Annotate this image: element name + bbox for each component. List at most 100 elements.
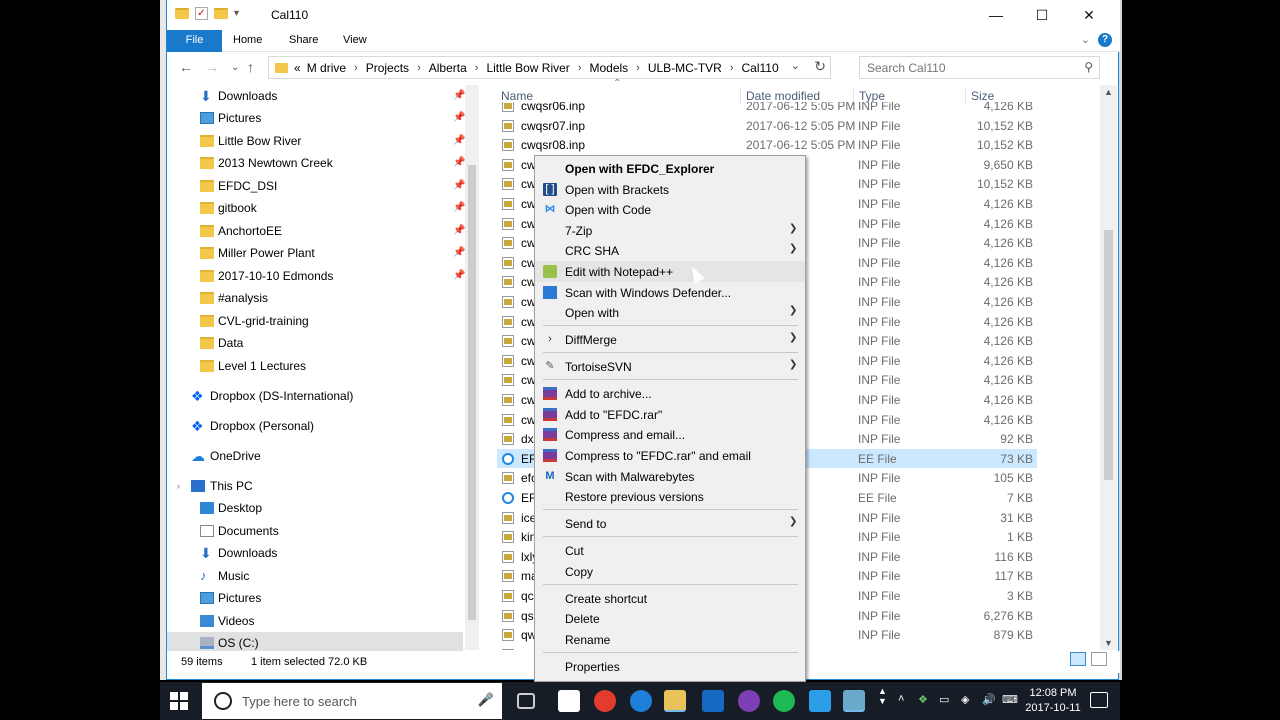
breadcrumb-m-drive[interactable]: M drive xyxy=(307,61,346,75)
dropbox-tray-icon[interactable]: ❖ xyxy=(918,693,928,706)
skype-icon[interactable] xyxy=(809,690,831,712)
tab-home[interactable]: Home xyxy=(223,30,272,52)
column-header-size[interactable]: Size xyxy=(971,89,994,103)
file-explorer-icon[interactable] xyxy=(664,690,686,712)
taskbar-search-box[interactable]: Type here to search 🎤 xyxy=(202,683,502,719)
menu-item-diffmerge[interactable]: › DiffMerge ❯ xyxy=(535,329,805,350)
breadcrumb-overflow[interactable]: « xyxy=(294,61,301,75)
pin-icon[interactable]: 📌 xyxy=(453,152,465,174)
column-header-date[interactable]: Date modified xyxy=(746,89,820,103)
breadcrumb-separator-icon[interactable]: › xyxy=(417,62,421,74)
menu-item-compress-to-efdc-rar-and-email[interactable]: Compress to "EFDC.rar" and email xyxy=(535,445,805,466)
nav-item-onedrive[interactable]: ☁ OneDrive xyxy=(167,445,463,467)
forward-icon[interactable]: → xyxy=(205,59,219,75)
menu-item-cut[interactable]: Cut xyxy=(535,540,805,561)
menu-item-compress-and-email[interactable]: Compress and email... xyxy=(535,424,805,445)
breadcrumb-alberta[interactable]: Alberta xyxy=(429,61,467,75)
tab-view[interactable]: View xyxy=(333,30,377,52)
menu-item-add-to-archive[interactable]: Add to archive... xyxy=(535,383,805,404)
menu-item-open-with-code[interactable]: ⋈ Open with Code xyxy=(535,199,805,220)
close-button[interactable]: ✕ xyxy=(1066,0,1112,30)
task-view-icon[interactable] xyxy=(517,693,535,709)
spotify-icon[interactable] xyxy=(773,690,795,712)
properties-check-icon[interactable]: ✓ xyxy=(195,7,208,20)
address-bar[interactable]: « M drive › Projects › Alberta › Little … xyxy=(268,56,831,79)
minimize-button[interactable]: — xyxy=(973,0,1019,30)
edge-icon[interactable] xyxy=(630,690,652,712)
messenger-icon[interactable] xyxy=(738,690,760,712)
nav-item-documents[interactable]: Documents xyxy=(167,520,463,542)
efdc-explorer-icon[interactable] xyxy=(843,690,865,712)
language-icon[interactable]: ⌨ xyxy=(1002,693,1018,706)
scroll-down-icon[interactable]: ▼ xyxy=(1104,638,1113,648)
network-icon[interactable]: ◈ xyxy=(961,693,969,706)
help-icon[interactable]: ? xyxy=(1098,33,1112,47)
details-view-button[interactable] xyxy=(1070,652,1086,666)
nav-item-dropbox-personal[interactable]: ❖ Dropbox (Personal) xyxy=(167,415,463,437)
nav-item-music[interactable]: ♪ Music xyxy=(167,565,463,587)
microphone-icon[interactable]: 🎤 xyxy=(478,692,494,708)
breadcrumb-little-bow-river[interactable]: Little Bow River xyxy=(486,61,569,75)
column-header-name[interactable]: Name xyxy=(501,89,533,103)
back-icon[interactable]: ← xyxy=(179,59,193,75)
nav-item-this-pc[interactable]: › This PC xyxy=(167,475,463,497)
breadcrumb-ulb-mc-tvr[interactable]: ULB-MC-TVR xyxy=(648,61,722,75)
nav-item-anchortoee[interactable]: AnchortoEE 📌 xyxy=(167,220,465,242)
scroll-up-icon[interactable]: ▲ xyxy=(1104,87,1113,97)
menu-item-properties[interactable]: Properties xyxy=(535,656,805,677)
nav-item-efdc-dsi[interactable]: EFDC_DSI 📌 xyxy=(167,175,465,197)
breadcrumb-separator-icon[interactable]: › xyxy=(354,62,358,74)
nav-item-pc-pictures[interactable]: Pictures xyxy=(167,587,463,609)
breadcrumb-separator-icon[interactable]: › xyxy=(636,62,640,74)
column-header-type[interactable]: Type xyxy=(859,89,885,103)
pin-icon[interactable]: 📌 xyxy=(453,130,465,152)
menu-item-scan-with-malwarebytes[interactable]: M Scan with Malwarebytes xyxy=(535,466,805,487)
nav-item-2017-10-10-edmonds[interactable]: 2017-10-10 Edmonds 📌 xyxy=(167,265,465,287)
file-list-scrollbar[interactable]: ▲ ▼ xyxy=(1100,85,1117,650)
pin-icon[interactable]: 📌 xyxy=(453,242,465,264)
tab-file[interactable]: File xyxy=(167,30,222,52)
nav-item-cvl-grid-training[interactable]: CVL-grid-training xyxy=(167,310,463,332)
nav-item-pictures[interactable]: Pictures 📌 xyxy=(167,107,465,129)
pin-icon[interactable]: 📌 xyxy=(453,107,465,129)
menu-item-edit-with-notepad[interactable]: Edit with Notepad++ xyxy=(535,261,805,282)
nav-item-gitbook[interactable]: gitbook 📌 xyxy=(167,197,465,219)
menu-item-open-with-brackets[interactable]: [ ] Open with Brackets xyxy=(535,179,805,200)
menu-item-crc-sha[interactable]: CRC SHA ❯ xyxy=(535,240,805,261)
menu-item-scan-with-windows-defender[interactable]: Scan with Windows Defender... xyxy=(535,282,805,303)
nav-item-dropbox-international[interactable]: ❖ Dropbox (DS-International) xyxy=(167,385,463,407)
menu-item-rename[interactable]: Rename xyxy=(535,629,805,650)
nav-item-data[interactable]: Data xyxy=(167,332,463,354)
customize-toolbar-icon[interactable]: ▾ xyxy=(234,8,239,19)
pin-icon[interactable]: 📌 xyxy=(453,175,465,197)
pin-icon[interactable]: 📌 xyxy=(453,85,465,107)
scrollbar-thumb[interactable] xyxy=(1104,230,1113,480)
search-input[interactable] xyxy=(867,57,1067,78)
pin-icon[interactable]: 📌 xyxy=(453,265,465,287)
menu-item-create-shortcut[interactable]: Create shortcut xyxy=(535,588,805,609)
battery-icon[interactable]: ▭ xyxy=(939,693,949,706)
menu-item-add-to-efdc-rar[interactable]: Add to "EFDC.rar" xyxy=(535,404,805,425)
taskbar-scroll-icon[interactable]: ▲ ▼ xyxy=(878,686,887,706)
nav-item-little-bow-river[interactable]: Little Bow River 📌 xyxy=(167,130,465,152)
menu-item-open-with[interactable]: Open with ❯ xyxy=(535,302,805,323)
show-hidden-icons-icon[interactable]: ˄ xyxy=(898,693,904,705)
windows-start-icon[interactable] xyxy=(170,692,188,710)
recent-locations-icon[interactable]: ⌄ xyxy=(231,62,239,73)
breadcrumb-separator-icon[interactable]: › xyxy=(578,62,582,74)
file-row[interactable]: cwqsr07.inp 2017-06-12 5:05 PM INP File 10,… xyxy=(497,116,1037,136)
nav-item-analysis[interactable]: #analysis xyxy=(167,287,463,309)
menu-item-restore-previous-versions[interactable]: Restore previous versions xyxy=(535,486,805,507)
expand-ribbon-icon[interactable]: ⌄ xyxy=(1081,33,1090,46)
action-center-icon[interactable] xyxy=(1090,692,1108,708)
tab-share[interactable]: Share xyxy=(279,30,328,52)
nav-item-downloads[interactable]: ⬇ Downloads 📌 xyxy=(167,85,465,107)
menu-item-open-with-efdc-explorer[interactable]: Open with EFDC_Explorer xyxy=(535,158,805,179)
nav-item-pc-downloads[interactable]: ⬇ Downloads xyxy=(167,542,463,564)
breadcrumb-models[interactable]: Models xyxy=(589,61,628,75)
maximize-button[interactable]: ☐ xyxy=(1019,0,1065,30)
scrollbar-thumb[interactable] xyxy=(468,165,476,620)
file-row[interactable]: cwqsr06.inp 2017-06-12 5:05 PM INP File 4,1… xyxy=(497,102,1037,116)
cortana-icon[interactable] xyxy=(214,692,232,710)
nav-item-level-1-lectures[interactable]: Level 1 Lectures xyxy=(167,355,463,377)
